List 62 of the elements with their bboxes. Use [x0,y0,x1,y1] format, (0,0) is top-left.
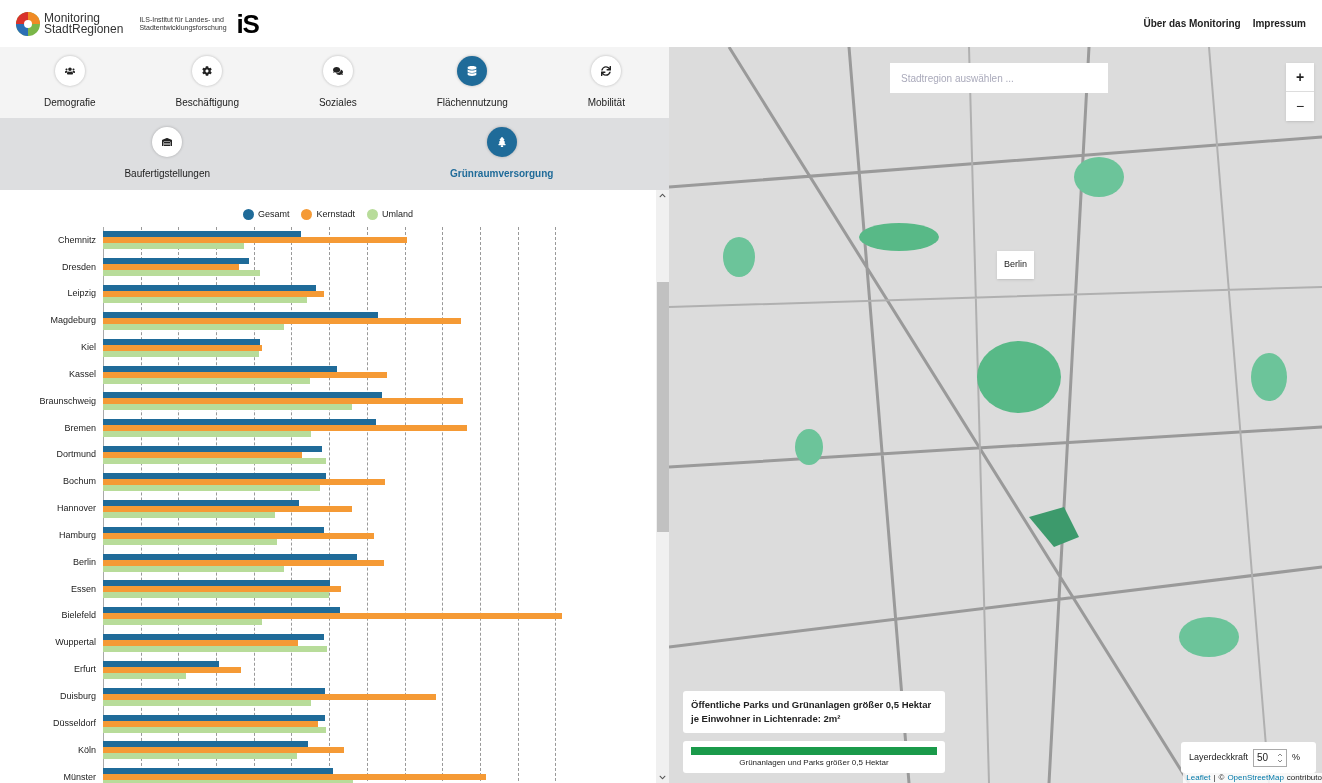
city-label: Köln [77,743,96,757]
institute-logo: iS [236,10,259,37]
separator-text: | [1213,773,1216,783]
unit-label: % [1292,750,1301,764]
legend-label: Umland [382,207,414,221]
city-label: Essen [70,582,96,596]
category-tab[interactable]: Flächennutzung [436,55,508,110]
city-label: Duisburg [58,690,96,703]
database-icon [457,55,488,86]
category-tab[interactable]: Baufertigstellungen [124,127,211,181]
speech-bubbles-icon [322,55,353,86]
city-label: Dresden [60,260,96,274]
gear-icon [192,55,223,86]
city-label: Kassel [68,367,96,381]
category-tab[interactable]: Beschäftigung [175,55,239,110]
legend-label: Kernstadt [316,207,355,221]
attribution-link[interactable]: OpenStreetMap [1227,773,1284,783]
logo-text: Monitoring [44,12,101,24]
garage-icon [152,127,183,157]
attribution-text: contributo [1286,773,1322,783]
logo-text: StadtRegionen [44,23,124,35]
opacity-input[interactable]: 50 [1253,748,1288,767]
nav-link[interactable]: Über das Monitoring [1143,16,1241,31]
city-label: Hamburg [58,528,96,542]
chevron-down-icon [659,774,666,781]
city-label: Chemnitz [57,233,96,247]
spinner-icon [1277,751,1284,764]
nav-link[interactable]: Impressum [1252,16,1306,31]
zoom-in-button[interactable]: + [1286,63,1314,92]
city-label: Braunschweig [38,394,96,408]
tree-icon [486,127,517,157]
legend-label: Gesamt [257,207,290,221]
logo-icon [16,11,40,36]
city-label: Kiel [80,341,96,355]
attribution-link[interactable]: Leaflet [1186,773,1211,783]
zoom-out-button[interactable]: − [1286,92,1314,121]
city-label: Erfurt [73,663,96,677]
category-tab[interactable]: Demografie [43,55,96,110]
city-label: Wuppertal [54,636,96,650]
city-label: Düsseldorf [51,716,96,730]
city-label: Leipzig [66,287,96,301]
category-tab[interactable]: Soziales [318,55,357,110]
city-label: Bremen [63,421,96,435]
copyright-text: © [1218,773,1225,783]
people-icon [54,55,85,86]
chevron-up-icon [659,192,666,199]
city-label: Bochum [61,475,96,489]
refresh-icon [591,55,622,86]
category-tab[interactable]: Mobilität [587,55,625,110]
category-tab[interactable]: Grünraumversorgung [450,127,554,181]
city-label: Berlin [72,555,96,569]
city-label: Dortmund [55,448,96,462]
search-field[interactable]: Stadtregion auswählen ... [890,63,1108,93]
legend-text: Grünanlagen und Parks größer 0,5 Hektar [739,757,889,769]
map-popup: Berlin [997,251,1034,279]
city-label: Magdeburg [49,314,96,328]
city-label: Münster [62,770,96,783]
city-label: Bielefeld [60,609,96,623]
scroll-bar[interactable] [656,190,669,783]
info-box: Öffentliche Parks und Grünanlagen größer 0,5 Hektar je Einwohner in Lichtenrade: 2m² [683,691,945,733]
opacity-label: Layerdeckkraft [1189,750,1249,764]
city-label: Hannover [55,502,96,516]
